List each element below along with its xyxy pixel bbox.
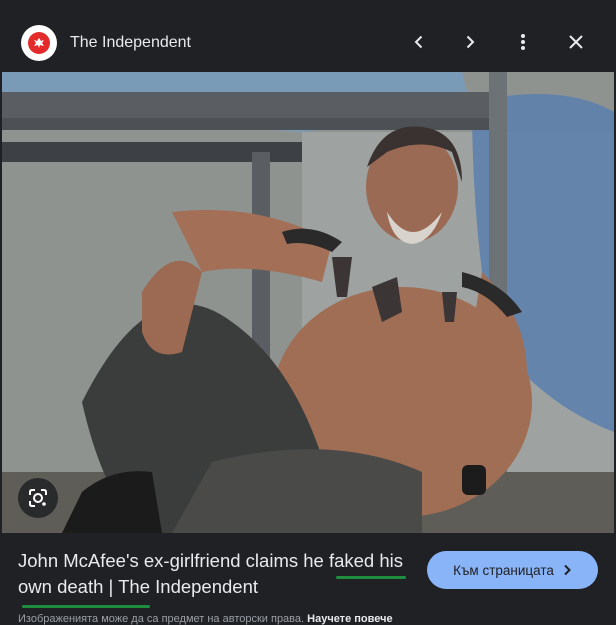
caption-title[interactable]: John McAfee's ex-girlfriend claims he fa…: [18, 548, 418, 600]
learn-more-link[interactable]: Научете повече: [307, 613, 392, 625]
google-lens-button[interactable]: [18, 478, 58, 518]
previous-button[interactable]: [404, 27, 434, 57]
copyright-notice: Изображенията може да са предмет на авто…: [18, 613, 393, 625]
close-button[interactable]: [561, 27, 591, 57]
copyright-text: Изображенията може да са предмет на авто…: [18, 613, 305, 625]
highlight-underline: [336, 576, 406, 579]
source-name[interactable]: The Independent: [70, 33, 191, 53]
google-lens-icon: [29, 489, 47, 507]
more-vert-icon: [521, 34, 525, 50]
chevron-right-icon: [466, 35, 475, 49]
highlight-underline: [22, 605, 150, 608]
chevron-right-icon: [564, 564, 571, 576]
image-viewer-panel: The Independent John McAfee's ex-girlfri…: [0, 0, 616, 625]
close-icon: [569, 35, 583, 49]
image-caption[interactable]: John McAfee's ex-girlfriend claims he fa…: [18, 548, 418, 600]
next-button[interactable]: [455, 27, 485, 57]
viewer-header: The Independent: [0, 0, 616, 72]
more-options-button[interactable]: [508, 27, 538, 57]
source-logo[interactable]: [21, 25, 57, 61]
photo-illustration: [2, 72, 614, 533]
independent-eagle-logo-icon: [28, 32, 50, 54]
visit-page-label: Към страницата: [453, 562, 554, 578]
visit-page-button[interactable]: Към страницата: [427, 551, 598, 589]
chevron-left-icon: [414, 35, 423, 49]
preview-image[interactable]: [2, 72, 614, 533]
